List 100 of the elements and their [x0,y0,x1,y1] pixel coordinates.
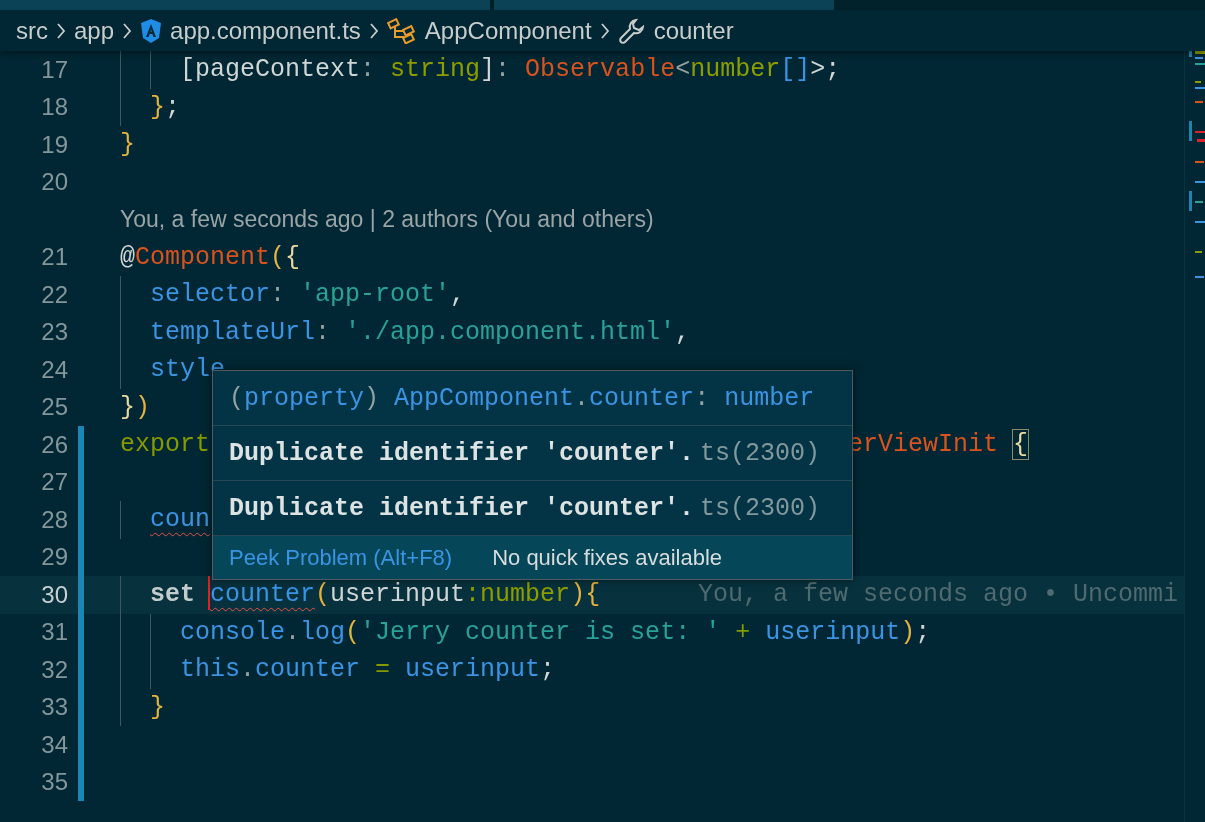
line-number: 33 [40,693,68,722]
line-number: 34 [40,730,68,759]
code-token: ( [270,242,286,272]
shield-icon [140,17,163,44]
code-token: userinput [405,655,541,685]
code-token: [pageContext [180,55,361,85]
signature-token: property [244,383,365,413]
code-token: ; [165,92,181,122]
code-token: : [360,55,376,85]
code-token: ) [900,617,916,647]
chevron-icon [122,21,133,40]
signature-token: ) [364,383,381,413]
chevron-icon [368,21,379,40]
code-token: ; [915,617,931,647]
code-token: counter [255,655,361,685]
wrench-icon [617,16,646,45]
error-code-token: coun [150,505,210,535]
line-number: 23 [40,318,68,347]
signature-token: . [574,383,590,413]
signature-token: ( [229,383,244,413]
code-token: ; [540,655,556,685]
line-number: 19 [40,130,68,159]
code-token: ( [345,617,361,647]
code-token: :number [465,580,571,610]
code-token: console [180,617,286,647]
breadcrumb-item[interactable]: app.component.ts [170,16,361,45]
code-token: log [300,617,346,647]
line-number: 17 [40,55,68,84]
code-token: , [450,280,466,310]
code-token: } [150,92,165,122]
code-token: ( [315,580,331,610]
chevron-icon [599,21,610,40]
code-token: { [1013,430,1029,460]
signature-token: number [724,383,815,413]
code-token: ) [135,392,151,422]
chevron-icon [56,21,66,40]
error-code-token: counter [210,580,316,610]
line-number: 27 [40,468,68,497]
problem-message: Duplicate identifier 'counter'. [229,438,695,468]
code-token: + [734,617,752,647]
code-token: { [585,580,601,610]
code-token: export [120,430,210,460]
breadcrumb-item[interactable]: app [74,16,115,45]
code-token: number [690,55,781,85]
code-token: erViewInit [848,430,999,460]
signature-token: AppComponent [394,383,575,413]
breadcrumb-item[interactable]: AppComponent [424,16,592,45]
code-token: @ [120,242,135,272]
error-code: ts(2300) [700,493,821,523]
line-number: 29 [40,543,68,572]
line-number: 18 [40,93,68,122]
line-number: 25 [40,393,68,422]
code-token: ] [480,55,496,85]
class-icon [386,17,417,44]
code-token: 'Jerry counter is set: ' [360,617,721,647]
line-number: 32 [40,655,68,684]
code-token: selector [150,280,271,310]
line-number: 30 [40,580,68,609]
code-token: string [389,55,481,85]
code-token: { [285,242,301,272]
code-token: Observable [525,55,676,85]
code-token: : [315,317,332,347]
code-token: Component [135,242,271,272]
code-token: 'app-root' [300,280,451,310]
breadcrumb-item[interactable]: counter [653,16,734,45]
inline-blame: You, a few seconds ago • Uncommi [698,580,1179,610]
problem-message: Duplicate identifier 'counter'. [229,493,695,523]
code-token: this [180,655,240,685]
codelens-text[interactable]: You, a few seconds ago | 2 authors (You and others) [120,206,654,234]
code-token: } [150,692,165,722]
line-number: 28 [40,505,68,534]
line-number: 26 [40,430,68,459]
code-token: [] [780,55,811,85]
code-token: } [120,392,135,422]
breadcrumb-item[interactable]: src [16,16,48,45]
code-token: : [495,55,512,85]
code-token: >; [810,55,841,85]
line-number: 24 [40,355,68,384]
error-code: ts(2300) [700,438,821,468]
code-token: : [270,280,287,310]
line-number: 20 [40,168,68,197]
line-number: 22 [40,280,68,309]
code-token: set [150,580,196,610]
signature-token: : [694,383,711,413]
line-number: 21 [40,243,68,272]
line-number: 31 [40,618,68,647]
code-token: = [374,655,392,685]
code-token: } [120,130,135,160]
code-token: ) [570,580,586,610]
quick-fix-note: No quick fixes available [492,544,723,571]
line-number: 35 [40,768,68,797]
code-token: userinput [765,617,901,647]
signature-token: counter [589,383,695,413]
code-token: './app.component.html' [345,317,676,347]
code-token: , [675,317,691,347]
code-token: userinput [330,580,466,610]
code-token: templateUrl [150,317,316,347]
code-token: . [240,655,256,685]
code-token: < [675,55,691,85]
code-token: . [285,617,301,647]
